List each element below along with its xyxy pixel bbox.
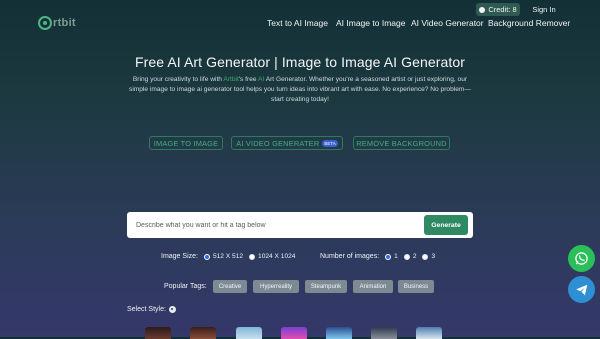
image-size-512-label: 512 X 512 [212, 253, 244, 260]
number-of-images-group: Number of images: 1 2 3 [320, 253, 441, 260]
palette-icon [168, 306, 176, 313]
image-size-label: Image Size: [161, 253, 198, 260]
top-nav: rtbit Text to AI Image AI Image to Image… [0, 0, 600, 42]
prompt-input[interactable] [136, 219, 406, 231]
select-style-text: Select Style: [127, 306, 166, 313]
telegram-button[interactable] [568, 276, 595, 303]
style-thumbnail[interactable] [236, 327, 262, 339]
image-to-image-button[interactable]: IMAGE TO IMAGE [149, 136, 223, 150]
num-images-3-label: 3 [431, 253, 436, 260]
num-images-2-label: 2 [412, 253, 417, 260]
sign-in-button[interactable]: Sign In [524, 3, 564, 16]
generate-button[interactable]: Generate [424, 215, 468, 235]
select-style-label: Select Style: [127, 306, 176, 313]
style-thumbnail[interactable] [281, 327, 307, 339]
remove-background-button[interactable]: REMOVE BACKGROUND [353, 136, 450, 150]
coin-icon [479, 6, 486, 13]
desc-brand-link[interactable]: Artbit [223, 76, 238, 83]
style-thumbnail[interactable] [145, 327, 171, 339]
prompt-box: Generate [127, 212, 473, 238]
ai-video-generator-button[interactable]: AI VIDEO GENERATER BETA [231, 136, 343, 150]
image-size-1024-label: 1024 X 1024 [258, 253, 296, 260]
logo-icon [38, 16, 52, 30]
whatsapp-button[interactable] [568, 245, 595, 272]
num-images-1-label: 1 [394, 253, 398, 260]
image-size-group: Image Size: 512 X 512 1024 X 1024 [161, 253, 301, 260]
logo-text: rtbit [53, 17, 76, 29]
ai-video-generator-label: AI VIDEO GENERATER [236, 138, 320, 148]
num-images-3-radio[interactable] [422, 253, 429, 260]
nav-link-ai-image-to-image[interactable]: AI Image to Image [336, 18, 405, 28]
style-thumbnail[interactable] [371, 327, 397, 339]
popular-tags-label: Popular Tags: [164, 283, 207, 290]
page-title: Free AI Art Generator | Image to Image A… [134, 54, 466, 70]
tag-creative[interactable]: Creative [213, 280, 247, 293]
tag-animation[interactable]: Animation [353, 280, 393, 293]
desc-text-1: Bring your creativity to life with [132, 76, 224, 83]
whatsapp-icon [575, 252, 588, 265]
tag-business[interactable]: Business [398, 280, 434, 293]
credit-label: Credit: 8 [488, 5, 517, 14]
desc-text-2: 's free [238, 76, 259, 83]
num-images-2-radio[interactable] [403, 253, 410, 260]
logo[interactable]: rtbit [38, 14, 76, 32]
credit-badge[interactable]: Credit: 8 [476, 3, 520, 16]
hero-description: Bring your creativity to life with Artbi… [124, 75, 476, 106]
telegram-icon [575, 284, 587, 295]
number-of-images-label: Number of images: [320, 253, 380, 260]
tag-steampunk[interactable]: Steampunk [305, 280, 347, 293]
tag-hyperreality[interactable]: Hyperreality [253, 280, 299, 293]
nav-link-ai-video-generator[interactable]: AI Video Generator [411, 18, 484, 28]
image-size-1024-radio[interactable] [249, 253, 256, 260]
beta-badge: BETA [322, 139, 338, 147]
num-images-1-radio[interactable] [385, 253, 392, 260]
style-thumbnail[interactable] [326, 327, 352, 339]
image-size-512-radio[interactable] [203, 253, 210, 260]
nav-link-text-to-ai-image[interactable]: Text to AI Image [267, 18, 328, 28]
style-thumbnail[interactable] [416, 327, 442, 339]
style-thumbnail[interactable] [190, 327, 216, 339]
nav-link-background-remover[interactable]: Background Remover [488, 18, 570, 28]
